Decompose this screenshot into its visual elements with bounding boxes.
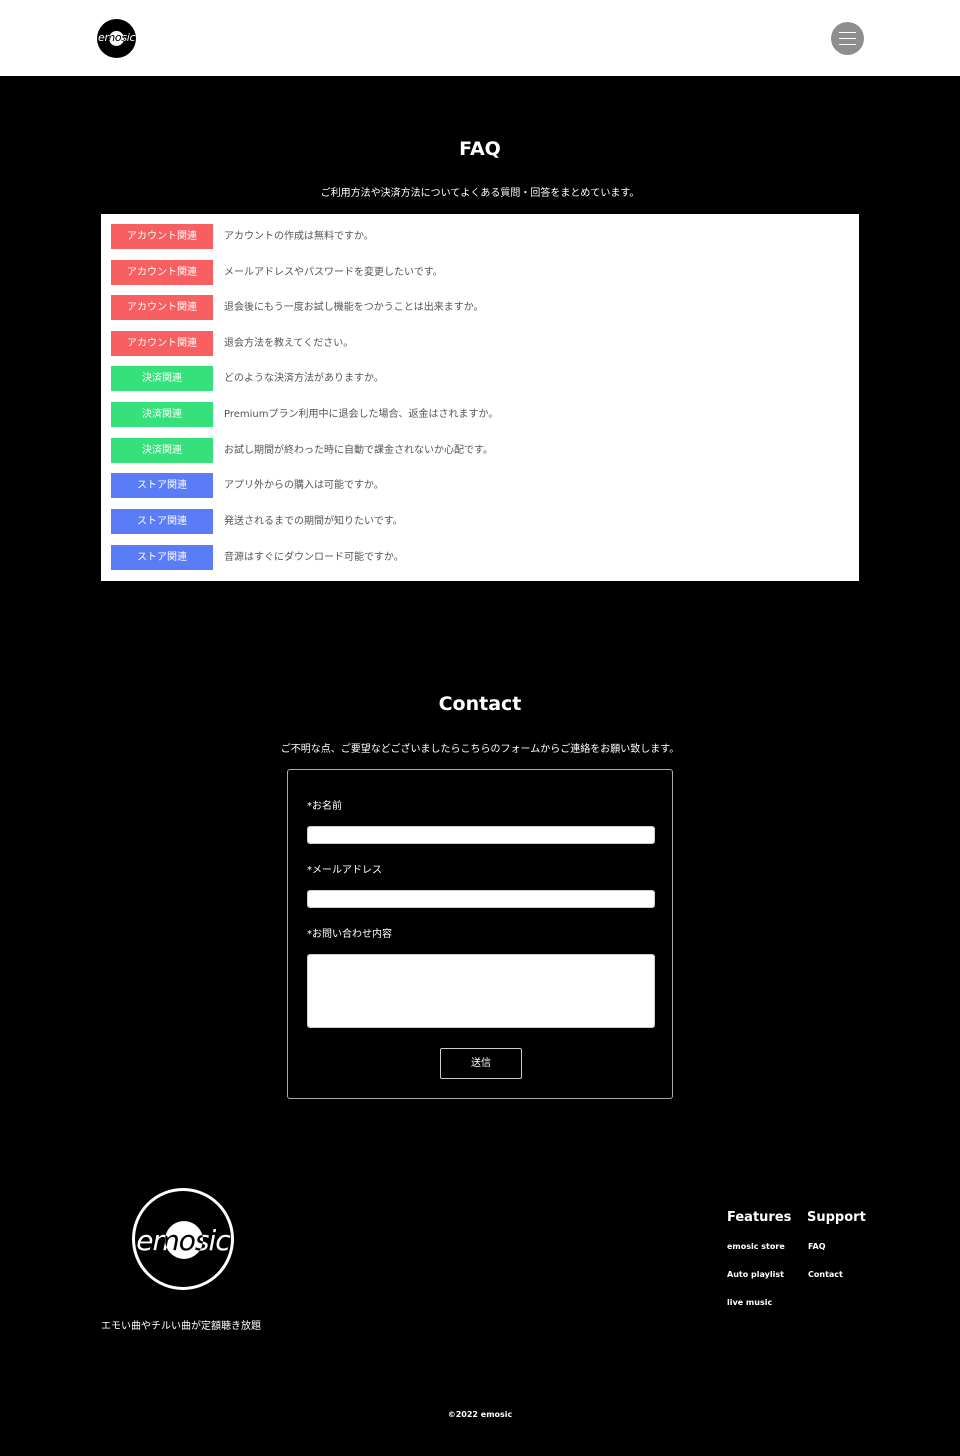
faq-item[interactable]: ストア関連 アプリ外からの購入は可能ですか。 xyxy=(111,473,851,498)
email-input[interactable] xyxy=(307,890,655,908)
faq-item[interactable]: アカウント関連 アカウントの作成は無料ですか。 xyxy=(111,224,851,249)
faq-tag-payment: 決済関連 xyxy=(111,366,213,391)
faq-question: 退会後にもう一度お試し機能をつかうことは出来ますか。 xyxy=(224,302,484,313)
name-input[interactable] xyxy=(307,826,655,844)
hamburger-menu-button[interactable] xyxy=(831,22,864,55)
faq-item[interactable]: 決済関連 Premiumプラン利用中に退会した場合、返金はされますか。 xyxy=(111,402,851,427)
faq-tag-account: アカウント関連 xyxy=(111,260,213,285)
footer-logo-text: emosic xyxy=(136,1224,230,1257)
faq-item[interactable]: 決済関連 どのような決済方法がありますか。 xyxy=(111,366,851,391)
faq-tag-account: アカウント関連 xyxy=(111,224,213,249)
hamburger-icon xyxy=(839,32,856,33)
faq-question: 音源はすぐにダウンロード可能ですか。 xyxy=(224,552,404,563)
contact-title: Contact xyxy=(438,693,522,715)
contact-form: *お名前 *メールアドレス *お問い合わせ内容 送信 xyxy=(287,769,673,1099)
faq-tag-account: アカウント関連 xyxy=(111,295,213,320)
message-textarea[interactable] xyxy=(307,954,655,1028)
submit-button[interactable]: 送信 xyxy=(440,1048,522,1079)
header-logo[interactable]: emosic xyxy=(97,19,136,58)
email-label: *メールアドレス xyxy=(307,865,382,876)
faq-question: 退会方法を教えてください。 xyxy=(224,338,354,349)
footer-link-live-music[interactable]: live music xyxy=(727,1298,772,1307)
faq-description: ご利用方法や決済方法についてよくある質問・回答をまとめています。 xyxy=(320,188,640,199)
faq-tag-payment: 決済関連 xyxy=(111,438,213,463)
faq-question: 発送されるまでの期間が知りたいです。 xyxy=(224,516,403,527)
faq-question: アカウントの作成は無料ですか。 xyxy=(224,231,374,242)
faq-item[interactable]: アカウント関連 メールアドレスやパスワードを変更したいです。 xyxy=(111,260,851,285)
footer-logo[interactable]: emosic xyxy=(132,1188,234,1290)
faq-title: FAQ xyxy=(459,138,501,160)
faq-item[interactable]: 決済関連 お試し期間が終わった時に自動で課金されないか心配です。 xyxy=(111,438,851,463)
faq-item[interactable]: アカウント関連 退会方法を教えてください。 xyxy=(111,331,851,356)
faq-question: アプリ外からの購入は可能ですか。 xyxy=(224,480,384,491)
hamburger-icon-line xyxy=(839,38,856,39)
features-heading: Features xyxy=(727,1210,792,1225)
footer-link-contact[interactable]: Contact xyxy=(808,1270,843,1279)
copyright: ©2022 emosic xyxy=(447,1410,513,1419)
faq-question: メールアドレスやパスワードを変更したいです。 xyxy=(224,267,443,278)
contact-description: ご不明な点、ご要望などございましたらこちらのフォームからご連絡をお願い致します。 xyxy=(280,744,680,755)
faq-item[interactable]: アカウント関連 退会後にもう一度お試し機能をつかうことは出来ますか。 xyxy=(111,295,851,320)
message-label: *お問い合わせ内容 xyxy=(307,929,392,940)
footer-link-emosic-store[interactable]: emosic store xyxy=(727,1242,785,1251)
faq-tag-account: アカウント関連 xyxy=(111,331,213,356)
faq-item[interactable]: ストア関連 発送されるまでの期間が知りたいです。 xyxy=(111,509,851,534)
faq-tag-payment: 決済関連 xyxy=(111,402,213,427)
header-logo-text: emosic xyxy=(98,31,136,44)
faq-question: Premiumプラン利用中に退会した場合、返金はされますか。 xyxy=(224,409,499,420)
site-header: emosic xyxy=(0,0,960,76)
name-label: *お名前 xyxy=(307,801,342,812)
faq-tag-store: ストア関連 xyxy=(111,545,213,570)
support-heading: Support xyxy=(807,1210,866,1225)
faq-question: お試し期間が終わった時に自動で課金されないか心配です。 xyxy=(224,445,493,456)
hamburger-icon-line xyxy=(839,44,856,45)
footer-link-faq[interactable]: FAQ xyxy=(808,1242,826,1251)
faq-list: アカウント関連 アカウントの作成は無料ですか。 アカウント関連 メールアドレスや… xyxy=(101,214,859,581)
faq-tag-store: ストア関連 xyxy=(111,473,213,498)
faq-item[interactable]: ストア関連 音源はすぐにダウンロード可能ですか。 xyxy=(111,545,851,570)
footer-link-auto-playlist[interactable]: Auto playlist xyxy=(727,1270,784,1279)
faq-question: どのような決済方法がありますか。 xyxy=(224,373,384,384)
faq-tag-store: ストア関連 xyxy=(111,509,213,534)
footer-tagline: エモい曲やチルい曲が定額聴き放題 xyxy=(101,1321,261,1332)
